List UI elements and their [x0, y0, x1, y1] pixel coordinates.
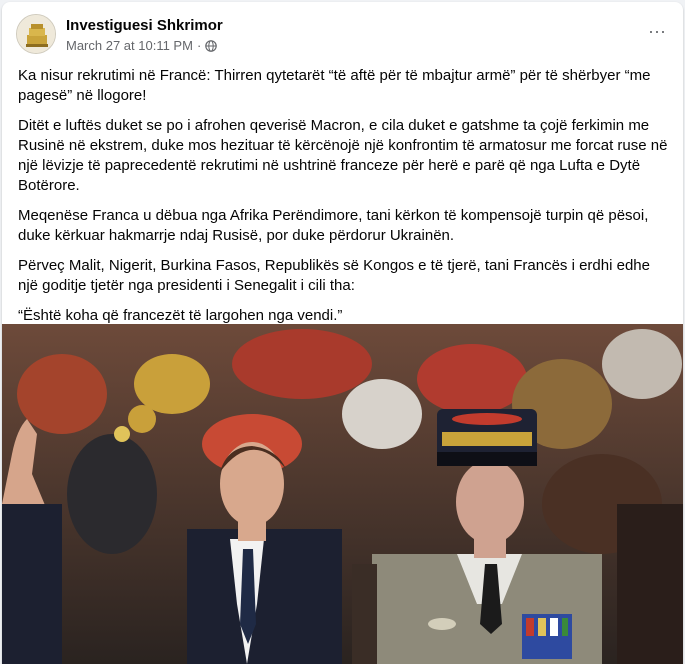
post-card: Investiguesi Shkrimor March 27 at 10:11 … — [2, 2, 683, 664]
post-paragraph: Ka nisur rekrutimi në Francë: Thirren qy… — [18, 67, 651, 104]
post-timestamp[interactable]: March 27 at 10:11 PM — [66, 38, 193, 53]
parade-photo-image — [2, 324, 683, 664]
post-meta: March 27 at 10:11 PM · — [66, 38, 218, 53]
globe-icon[interactable] — [205, 39, 218, 52]
author-name[interactable]: Investiguesi Shkrimor — [66, 17, 223, 34]
post-header: Investiguesi Shkrimor March 27 at 10:11 … — [2, 2, 683, 64]
post-paragraph: “Është koha që francezët të largohen nga… — [18, 307, 343, 324]
post-paragraph: Përveç Malit, Nigerit, Burkina Fasos, Re… — [18, 257, 650, 294]
more-options-icon[interactable]: ··· — [645, 20, 669, 44]
post-paragraph: Ditët e luftës duket se po i afrohen qev… — [18, 117, 668, 194]
post-text: Ka nisur rekrutimi në Francë: Thirren qy… — [18, 66, 670, 336]
avatar-logo-icon — [17, 15, 55, 53]
page-avatar[interactable] — [16, 14, 56, 54]
post-paragraph: Meqenëse Franca u dëbua nga Afrika Perën… — [18, 207, 649, 244]
post-photo[interactable] — [2, 324, 683, 664]
meta-separator: · — [196, 38, 202, 53]
